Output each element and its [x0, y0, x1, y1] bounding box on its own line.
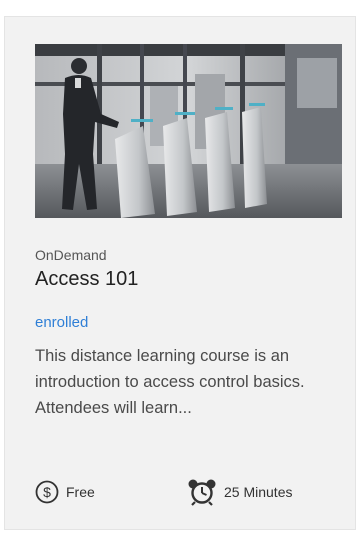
alarm-clock-icon: [188, 479, 216, 506]
course-thumbnail[interactable]: [35, 44, 342, 218]
course-description: This distance learning course is an intr…: [35, 347, 305, 417]
enrollment-status: enrolled: [35, 314, 89, 331]
turnstile-photo-image: [35, 44, 342, 218]
duration-info: 25 Minutes: [187, 477, 292, 507]
price-label: Free: [66, 484, 95, 500]
course-category: OnDemand: [35, 247, 107, 263]
duration-label: 25 Minutes: [224, 484, 293, 500]
course-card[interactable]: OnDemand Access 101 enrolled This distan…: [4, 16, 356, 530]
course-title[interactable]: Access 101: [35, 268, 138, 291]
svg-text:$: $: [43, 484, 51, 500]
price-info: $ Free: [35, 477, 95, 507]
dollar-circle-icon: $: [35, 480, 59, 504]
